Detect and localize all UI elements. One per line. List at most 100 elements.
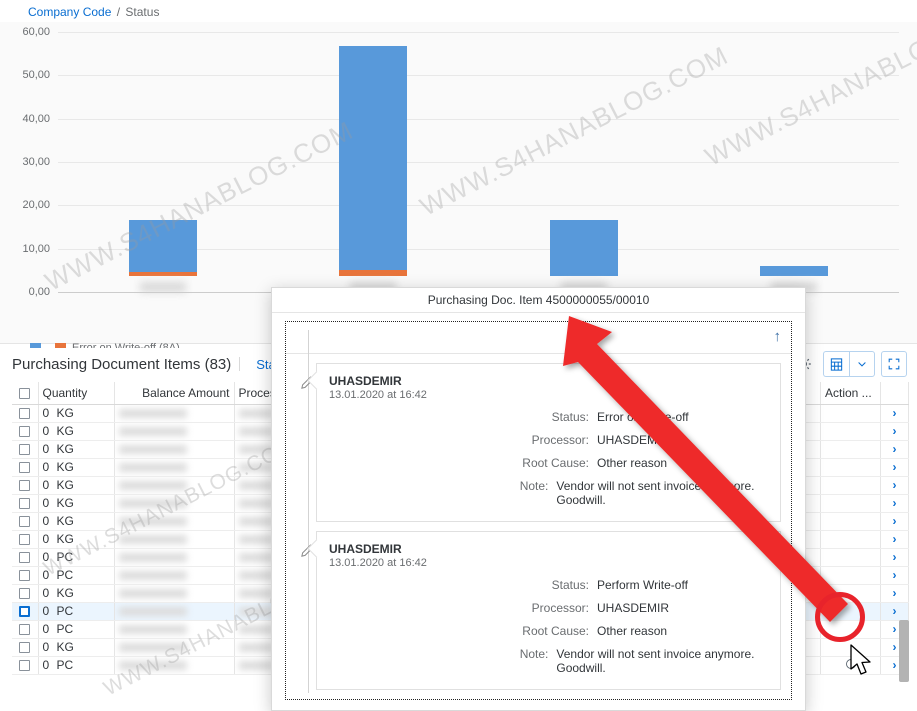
action-cell[interactable] [821,404,881,422]
chart-bar-column[interactable] [58,32,268,292]
row-checkbox[interactable] [19,642,30,653]
chart-bar-segment-blue[interactable] [760,266,828,276]
action-cell[interactable] [821,566,881,584]
spreadsheet-export-icon[interactable] [823,351,849,377]
select-all-checkbox[interactable] [19,388,30,399]
chevron-right-icon[interactable]: › [893,604,897,618]
history-clock-icon[interactable] [845,658,857,670]
row-checkbox[interactable] [19,588,30,599]
row-select-cell[interactable] [12,566,38,584]
row-select-cell[interactable] [12,584,38,602]
row-select-cell[interactable] [12,458,38,476]
row-select-cell[interactable] [12,638,38,656]
row-select-cell[interactable] [12,656,38,674]
column-quantity[interactable]: Quantity [38,382,114,404]
row-select-cell[interactable] [12,602,38,620]
chevron-right-icon[interactable]: › [893,442,897,456]
row-select-cell[interactable] [12,548,38,566]
row-select-cell[interactable] [12,404,38,422]
chevron-right-icon[interactable]: › [893,568,897,582]
row-checkbox[interactable] [19,552,30,563]
chevron-right-icon[interactable]: › [893,514,897,528]
chart-bar-segment-orange[interactable] [339,270,407,276]
row-checkbox[interactable] [19,660,30,671]
row-checkbox[interactable] [19,606,30,617]
column-balance-amount[interactable]: Balance Amount [114,382,234,404]
arrow-up-icon[interactable]: ↑ [774,328,782,345]
row-checkbox[interactable] [19,498,30,509]
row-navigation-cell[interactable]: › [881,548,909,566]
chart-bar-column[interactable] [268,32,478,292]
row-navigation-cell[interactable]: › [881,494,909,512]
chart-bar-segment-blue[interactable] [339,46,407,270]
chart-bar-segment-blue[interactable] [550,220,618,276]
column-select-all[interactable] [12,382,38,404]
action-cell[interactable] [821,656,881,674]
row-navigation-cell[interactable]: › [881,602,909,620]
chevron-right-icon[interactable]: › [893,550,897,564]
quantity-value: 0 [43,658,57,672]
chevron-right-icon[interactable]: › [893,622,897,636]
chevron-right-icon[interactable]: › [893,460,897,474]
chart-bar-column[interactable] [689,32,899,292]
grid-vertical-scrollbar[interactable] [899,620,909,682]
row-checkbox[interactable] [19,624,30,635]
action-cell[interactable] [821,440,881,458]
action-cell[interactable] [821,476,881,494]
action-cell[interactable] [821,602,881,620]
action-cell[interactable] [821,530,881,548]
action-cell[interactable] [821,458,881,476]
row-checkbox[interactable] [19,480,30,491]
chart-bar-segment-blue[interactable] [129,220,197,272]
row-select-cell[interactable] [12,620,38,638]
chevron-right-icon[interactable]: › [893,424,897,438]
row-checkbox[interactable] [19,408,30,419]
row-checkbox[interactable] [19,426,30,437]
row-checkbox[interactable] [19,570,30,581]
row-checkbox[interactable] [19,462,30,473]
row-select-cell[interactable] [12,512,38,530]
chevron-right-icon[interactable]: › [893,478,897,492]
row-navigation-cell[interactable]: › [881,422,909,440]
action-cell[interactable] [821,620,881,638]
chart-bar-stack[interactable] [129,220,197,276]
row-checkbox[interactable] [19,444,30,455]
row-select-cell[interactable] [12,476,38,494]
full-screen-icon[interactable] [881,351,907,377]
row-select-cell[interactable] [12,422,38,440]
action-cell[interactable] [821,548,881,566]
breadcrumb-link-company-code[interactable]: Company Code [28,5,111,19]
row-navigation-cell[interactable]: › [881,458,909,476]
chevron-right-icon[interactable]: › [893,586,897,600]
chart-bar-stack[interactable] [760,266,828,276]
row-navigation-cell[interactable]: › [881,566,909,584]
row-navigation-cell[interactable]: › [881,476,909,494]
column-action[interactable]: Action ... [821,382,881,404]
chevron-right-icon[interactable]: › [893,406,897,420]
row-navigation-cell[interactable]: › [881,530,909,548]
chevron-right-icon[interactable]: › [893,658,897,672]
row-checkbox[interactable] [19,534,30,545]
row-checkbox[interactable] [19,516,30,527]
row-navigation-cell[interactable]: › [881,512,909,530]
action-cell[interactable] [821,422,881,440]
chart-bar-stack[interactable] [550,220,618,276]
row-select-cell[interactable] [12,494,38,512]
quantity-cell: 0KG [38,638,114,656]
chart-bar-segment-orange[interactable] [129,272,197,276]
row-navigation-cell[interactable]: › [881,404,909,422]
chart-bar-stack[interactable] [339,46,407,276]
chevron-right-icon[interactable]: › [893,532,897,546]
row-select-cell[interactable] [12,530,38,548]
row-navigation-cell[interactable]: › [881,584,909,602]
action-cell[interactable] [821,494,881,512]
row-select-cell[interactable] [12,440,38,458]
chevron-right-icon[interactable]: › [893,640,897,654]
chart-bar-column[interactable] [479,32,689,292]
action-cell[interactable] [821,638,881,656]
chevron-right-icon[interactable]: › [893,496,897,510]
chevron-down-icon[interactable] [849,351,875,377]
action-cell[interactable] [821,512,881,530]
row-navigation-cell[interactable]: › [881,440,909,458]
action-cell[interactable] [821,584,881,602]
